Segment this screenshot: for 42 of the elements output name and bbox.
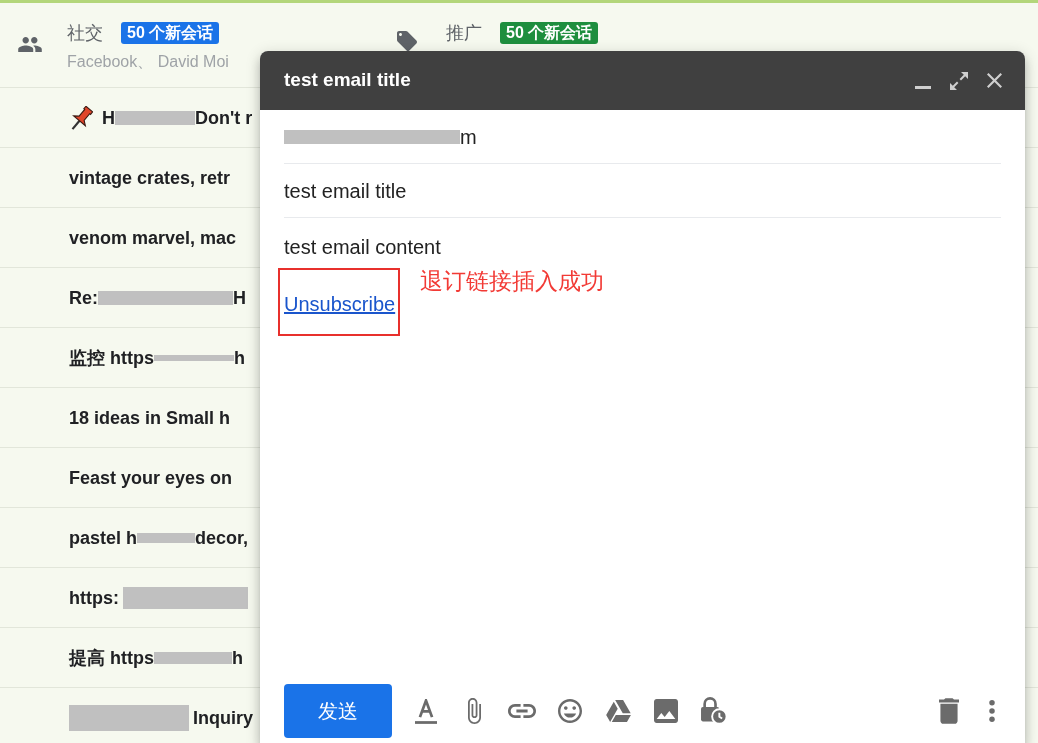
link-icon[interactable] bbox=[508, 704, 536, 718]
annotation-text: 退订链接插入成功 bbox=[420, 267, 604, 295]
subject-text: decor, bbox=[195, 526, 249, 549]
text-format-icon[interactable] bbox=[415, 698, 437, 724]
lock-clock-icon[interactable] bbox=[700, 697, 728, 725]
recipient-field[interactable]: m bbox=[284, 110, 1001, 164]
subject-text: 监控 https bbox=[69, 346, 154, 369]
subject-text: H bbox=[233, 286, 246, 309]
subject-text: Feast your eyes on bbox=[69, 466, 233, 489]
expand-icon[interactable] bbox=[950, 71, 968, 90]
category-tab-title[interactable]: 推广 bbox=[446, 22, 482, 44]
trash-icon[interactable] bbox=[939, 698, 959, 724]
subject-text: H bbox=[102, 106, 115, 129]
triangle-icon[interactable] bbox=[605, 700, 631, 722]
subject-text: h bbox=[234, 346, 245, 369]
subject-text: Inquiry bbox=[193, 706, 253, 729]
send-button[interactable]: 发送 bbox=[284, 684, 392, 738]
people-icon bbox=[18, 37, 42, 52]
subject-text: 18 ideas in Small h bbox=[69, 406, 231, 429]
subject-text: Re: bbox=[69, 286, 98, 309]
subject-text: venom marvel, mac bbox=[69, 226, 237, 249]
new-count-badge: 50 个新会话 bbox=[121, 22, 220, 44]
subject-text: 提高 https bbox=[69, 646, 154, 669]
compose-title: test email title bbox=[284, 68, 411, 93]
message-body-field[interactable]: test email content Unsubscribe 退订链接插入成功 bbox=[284, 235, 1001, 684]
new-count-badge: 50 个新会话 bbox=[500, 22, 599, 44]
attachment-icon[interactable] bbox=[467, 698, 481, 724]
redaction-bar bbox=[137, 532, 196, 543]
category-tab-title[interactable]: 社交 bbox=[67, 22, 103, 44]
more-icon[interactable] bbox=[989, 700, 995, 722]
subject-field[interactable]: test email title bbox=[284, 164, 1001, 218]
subject-text: Don't r bbox=[195, 106, 253, 129]
category-senders: Facebook、 David Moi bbox=[67, 52, 229, 72]
unsubscribe-link[interactable]: Unsubscribe bbox=[284, 293, 396, 315]
smiley-icon[interactable] bbox=[558, 699, 582, 723]
subject-text: https: bbox=[69, 586, 119, 609]
subject-text: h bbox=[232, 646, 243, 669]
image-icon[interactable] bbox=[654, 699, 678, 723]
subject-text: vintage crates, retr bbox=[69, 166, 231, 189]
close-icon[interactable] bbox=[987, 73, 1002, 88]
tag-icon bbox=[397, 31, 417, 51]
subject-text: pastel h bbox=[69, 526, 138, 549]
